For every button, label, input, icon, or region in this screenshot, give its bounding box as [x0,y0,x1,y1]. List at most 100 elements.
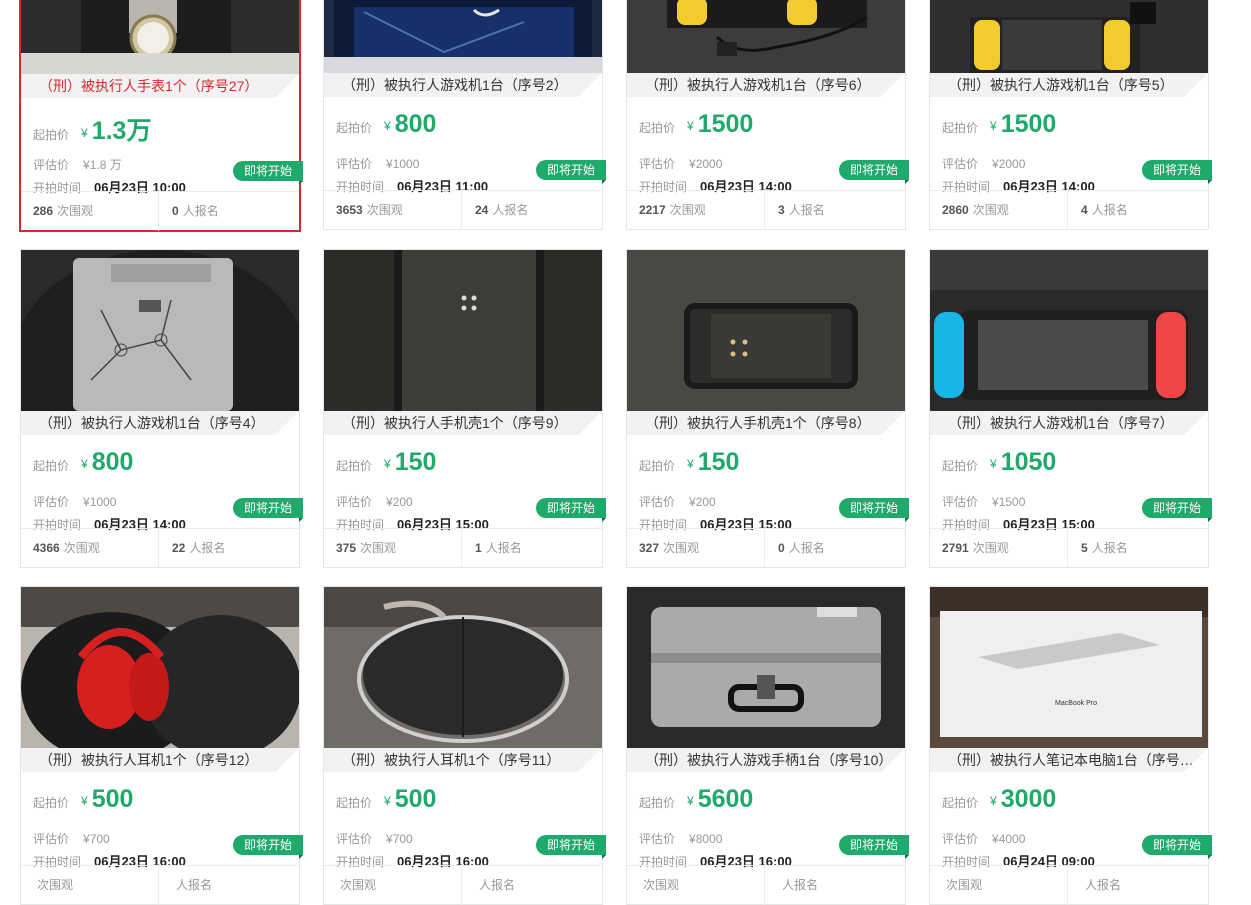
start-price-label: 起拍价 [942,796,979,810]
auction-card[interactable]: （刑）被执行人游戏机1台（序号6） 起拍价 ¥1500 评估价 ¥2000 开拍时间… [626,0,909,230]
auction-card[interactable]: （刑）被执行人游戏机1台（序号2） 起拍价 ¥800 评估价 ¥1000 开拍时间 0… [323,0,606,230]
item-title[interactable]: （刑）被执行人游戏机1台（序号4） [21,411,299,435]
auction-card[interactable]: （刑）被执行人游戏机1台（序号7） 起拍价 ¥1050 评估价 ¥1500 开拍时间… [929,249,1212,568]
start-price-label: 起拍价 [942,459,979,473]
start-price-row: 起拍价 ¥150 [639,448,739,482]
signup-count: 人报名 [1085,878,1122,892]
game-console-yellow-photo[interactable] [627,0,905,73]
eval-price-row: 评估价 ¥2000 [942,155,1025,172]
view-count: 375 次围观 [324,529,462,568]
start-price-label: 起拍价 [336,459,373,473]
title-corner [881,411,905,435]
currency-symbol: ¥ [384,119,391,133]
badge-fold [905,180,909,184]
view-count: 286 次围观 [21,192,159,231]
auction-card[interactable]: （刑）被执行人游戏机1台（序号5） 起拍价 ¥1500 评估价 ¥2000 开拍时间… [929,0,1212,230]
auction-card[interactable]: （刑）被执行人手机壳1个（序号9） 起拍价 ¥150 评估价 ¥200 开拍时间 06… [323,249,606,568]
aluminum-case-photo[interactable] [627,587,905,748]
currency-symbol: ¥ [384,457,391,471]
phone-case-back-photo[interactable] [324,250,602,411]
eval-price-row: 评估价 ¥1500 [942,493,1025,510]
eval-price-label: 评估价 [639,157,676,171]
stats-bar: 327 次围观 0 人报名 [627,528,905,568]
auction-card[interactable]: （刑）被执行人手表1个（序号27） 起拍价 ¥1.3万 评估价 ¥1.8 万 开拍时… [19,0,303,232]
badge-fold [905,855,909,859]
view-count: 次围观 [324,866,462,905]
badge-fold [905,518,909,522]
badge-fold [299,518,303,522]
title-corner [1184,411,1208,435]
auction-card[interactable]: （刑）被执行人耳机1个（序号11） 起拍价 ¥500 评估价 ¥700 开拍时间 06… [323,586,606,905]
stats-bar: 次围观 人报名 [324,865,602,905]
item-title[interactable]: （刑）被执行人游戏机1台（序号2） [324,73,602,97]
phone-case-frame-photo[interactable] [627,250,905,411]
game-console-screen-photo[interactable] [324,0,602,73]
currency-symbol: ¥ [687,794,694,808]
switch-red-blue-photo[interactable] [930,250,1208,411]
eval-price-row: 评估价 ¥1000 [336,155,419,172]
item-title[interactable]: （刑）被执行人游戏机1台（序号7） [930,411,1208,435]
eval-price-label: 评估价 [942,495,979,509]
status-badge: 即将开始 [1142,160,1212,180]
eval-price-value: ¥8000 [689,832,723,846]
start-price-row: 起拍价 ¥500 [336,785,436,819]
item-title[interactable]: （刑）被执行人游戏机1台（序号5） [930,73,1208,97]
auction-card[interactable]: （刑）被执行人耳机1个（序号12） 起拍价 ¥500 评估价 ¥700 开拍时间 06… [20,586,303,905]
start-price-label: 起拍价 [639,121,676,135]
stats-bar: 次围观 人报名 [21,865,299,905]
console-panel-photo[interactable] [21,250,299,411]
title-corner [275,74,299,98]
item-title[interactable]: （刑）被执行人游戏手柄1台（序号10） [627,748,905,772]
auction-card[interactable]: （刑）被执行人游戏手柄1台（序号10） 起拍价 ¥5600 评估价 ¥8000 开拍… [626,586,909,905]
eval-price-value: ¥700 [83,832,110,846]
status-badge: 即将开始 [536,498,606,518]
start-price-value: 800 [394,110,437,138]
view-count: 次围观 [627,866,765,905]
red-headphones-photo[interactable] [21,587,299,748]
item-title[interactable]: （刑）被执行人游戏机1台（序号6） [627,73,905,97]
eval-price-value: ¥2000 [992,157,1026,171]
auction-card[interactable]: MacBook Pro （刑）被执行人笔记本电脑1台（序号… 起拍价 ¥3000 … [929,586,1212,905]
item-title[interactable]: （刑）被执行人笔记本电脑1台（序号… [930,748,1208,772]
eval-price-value: ¥200 [386,495,413,509]
eval-price-label: 评估价 [942,157,979,171]
badge-fold [299,855,303,859]
auction-card[interactable]: （刑）被执行人手机壳1个（序号8） 起拍价 ¥150 评估价 ¥200 开拍时间 06… [626,249,909,568]
item-title[interactable]: （刑）被执行人耳机1个（序号12） [21,748,299,772]
status-badge: 即将开始 [839,498,909,518]
currency-symbol: ¥ [990,119,997,133]
status-badge: 即将开始 [839,835,909,855]
watch-photo[interactable] [21,0,299,74]
signup-count: 4 人报名 [1081,203,1128,217]
view-count: 次围观 [930,866,1068,905]
view-count: 2217 次围观 [627,191,765,230]
view-count: 327 次围观 [627,529,765,568]
item-title[interactable]: （刑）被执行人手机壳1个（序号9） [324,411,602,435]
status-badge: 即将开始 [233,161,303,181]
badge-fold [299,181,303,185]
item-title[interactable]: （刑）被执行人手机壳1个（序号8） [627,411,905,435]
item-title[interactable]: （刑）被执行人耳机1个（序号11） [324,748,602,772]
currency-symbol: ¥ [81,794,88,808]
title-corner [1184,73,1208,97]
start-price-row: 起拍价 ¥1.3万 [33,111,151,145]
stats-bar: 2791 次围观 5 人报名 [930,528,1208,568]
eval-price-value: ¥4000 [992,832,1026,846]
badge-fold [602,855,606,859]
macbook-box-photo[interactable]: MacBook Pro [930,587,1208,748]
currency-symbol: ¥ [990,794,997,808]
switch-yellow-photo[interactable] [930,0,1208,73]
headphone-case-photo[interactable] [324,587,602,748]
start-price-value: 800 [91,448,134,476]
badge-fold [1208,855,1212,859]
start-price-row: 起拍价 ¥500 [33,785,133,819]
title-corner [1184,748,1208,772]
eval-price-value: ¥700 [386,832,413,846]
signup-count: 人报名 [176,878,213,892]
auction-card[interactable]: （刑）被执行人游戏机1台（序号4） 起拍价 ¥800 评估价 ¥1000 开拍时间 0… [20,249,303,568]
item-title[interactable]: （刑）被执行人手表1个（序号27） [21,74,299,98]
start-price-label: 起拍价 [942,121,979,135]
start-price-label: 起拍价 [33,128,70,142]
eval-price-row: 评估价 ¥700 [336,830,413,847]
title-corner [578,411,602,435]
